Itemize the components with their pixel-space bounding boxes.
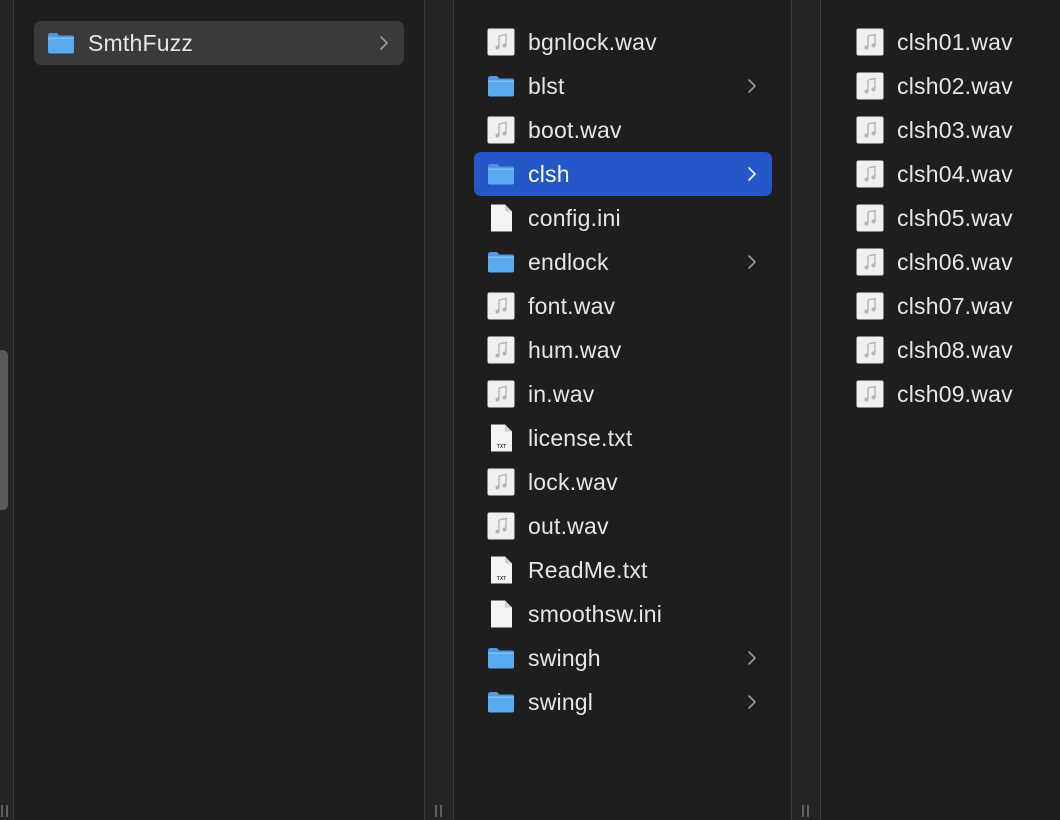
column-gutter [424, 0, 454, 820]
audio-file-icon [856, 336, 884, 364]
column-smthfuzz: bgnlock.wav blst boot.wav clsh config.ini end… [454, 0, 791, 820]
file-row[interactable]: clsh01.wav [841, 20, 1051, 64]
item-label: config.ini [528, 204, 621, 231]
audio-file-icon [487, 292, 515, 320]
item-label: clsh05.wav [897, 204, 1013, 231]
folder-row[interactable]: clsh [474, 152, 772, 196]
audio-file-icon [856, 72, 884, 100]
folder-row[interactable]: endlock [474, 240, 772, 284]
item-label: license.txt [528, 424, 633, 451]
folder-icon [488, 76, 514, 97]
file-row[interactable]: font.wav [474, 284, 772, 328]
folder-icon [488, 252, 514, 273]
document-icon [491, 600, 512, 628]
file-row[interactable]: clsh03.wav [841, 108, 1051, 152]
file-row[interactable]: TXT license.txt [474, 416, 772, 460]
audio-file-icon [856, 160, 884, 188]
item-label: clsh01.wav [897, 28, 1013, 55]
item-label: clsh02.wav [897, 72, 1013, 99]
file-row[interactable]: boot.wav [474, 108, 772, 152]
scrollbar[interactable] [0, 350, 8, 510]
chevron-right-icon [748, 79, 756, 93]
item-label: boot.wav [528, 116, 622, 143]
file-row[interactable]: config.ini [474, 196, 772, 240]
file-row[interactable]: clsh04.wav [841, 152, 1051, 196]
item-label: bgnlock.wav [528, 28, 657, 55]
item-label: clsh07.wav [897, 292, 1013, 319]
chevron-right-icon [748, 255, 756, 269]
column-resize-handle-icon[interactable] [799, 804, 813, 818]
item-label: clsh06.wav [897, 248, 1013, 275]
item-label: hum.wav [528, 336, 622, 363]
folder-icon [488, 692, 514, 713]
chevron-right-icon [748, 651, 756, 665]
item-label: ReadMe.txt [528, 556, 648, 583]
column-resize-handle-icon[interactable] [0, 804, 12, 818]
column-divider [791, 0, 792, 820]
folder-icon [488, 164, 514, 185]
file-row[interactable]: clsh06.wav [841, 240, 1051, 284]
item-label: swingh [528, 644, 601, 671]
file-row[interactable]: lock.wav [474, 460, 772, 504]
folder-icon [48, 33, 74, 54]
item-label: blst [528, 72, 565, 99]
chevron-right-icon [380, 36, 388, 50]
chevron-right-icon [748, 695, 756, 709]
item-label: endlock [528, 248, 609, 275]
item-label: out.wav [528, 512, 609, 539]
column-gutter [791, 0, 821, 820]
file-row[interactable]: clsh09.wav [841, 372, 1051, 416]
column-root: SmthFuzz [14, 0, 424, 820]
text-file-icon: TXT [491, 424, 512, 452]
file-row[interactable]: clsh05.wav [841, 196, 1051, 240]
audio-file-icon [487, 28, 515, 56]
chevron-right-icon [748, 167, 756, 181]
svg-text:TXT: TXT [497, 576, 506, 582]
file-row[interactable]: in.wav [474, 372, 772, 416]
file-row[interactable]: TXT ReadMe.txt [474, 548, 772, 592]
file-row[interactable]: smoothsw.ini [474, 592, 772, 636]
folder-row[interactable]: swingh [474, 636, 772, 680]
item-label: in.wav [528, 380, 595, 407]
audio-file-icon [856, 248, 884, 276]
item-label: clsh09.wav [897, 380, 1013, 407]
document-icon [491, 204, 512, 232]
item-label: lock.wav [528, 468, 618, 495]
item-label: clsh04.wav [897, 160, 1013, 187]
item-label: swingl [528, 688, 594, 715]
folder-row[interactable]: swingl [474, 680, 772, 724]
item-label: font.wav [528, 292, 616, 319]
file-row[interactable]: bgnlock.wav [474, 20, 772, 64]
item-label: smoothsw.ini [528, 600, 663, 627]
item-label: clsh [528, 160, 570, 187]
audio-file-icon [487, 116, 515, 144]
column-clsh: clsh01.wav clsh02.wav clsh03.wav clsh04.wav… [821, 0, 1060, 820]
audio-file-icon [487, 380, 515, 408]
folder-row[interactable]: blst [474, 64, 772, 108]
item-label: clsh08.wav [897, 336, 1013, 363]
file-row[interactable]: clsh08.wav [841, 328, 1051, 372]
audio-file-icon [856, 380, 884, 408]
audio-file-icon [487, 336, 515, 364]
file-row[interactable]: hum.wav [474, 328, 772, 372]
audio-file-icon [856, 116, 884, 144]
audio-file-icon [856, 28, 884, 56]
audio-file-icon [856, 292, 884, 320]
audio-file-icon [487, 468, 515, 496]
text-file-icon: TXT [491, 556, 512, 584]
file-row[interactable]: clsh07.wav [841, 284, 1051, 328]
column-divider [424, 0, 425, 820]
audio-file-icon [487, 512, 515, 540]
folder-row[interactable]: SmthFuzz [34, 21, 404, 65]
item-label: SmthFuzz [88, 29, 194, 56]
folder-icon [488, 648, 514, 669]
file-row[interactable]: clsh02.wav [841, 64, 1051, 108]
column-resize-handle-icon[interactable] [432, 804, 446, 818]
svg-text:TXT: TXT [497, 444, 506, 450]
item-label: clsh03.wav [897, 116, 1013, 143]
audio-file-icon [856, 204, 884, 232]
file-row[interactable]: out.wav [474, 504, 772, 548]
